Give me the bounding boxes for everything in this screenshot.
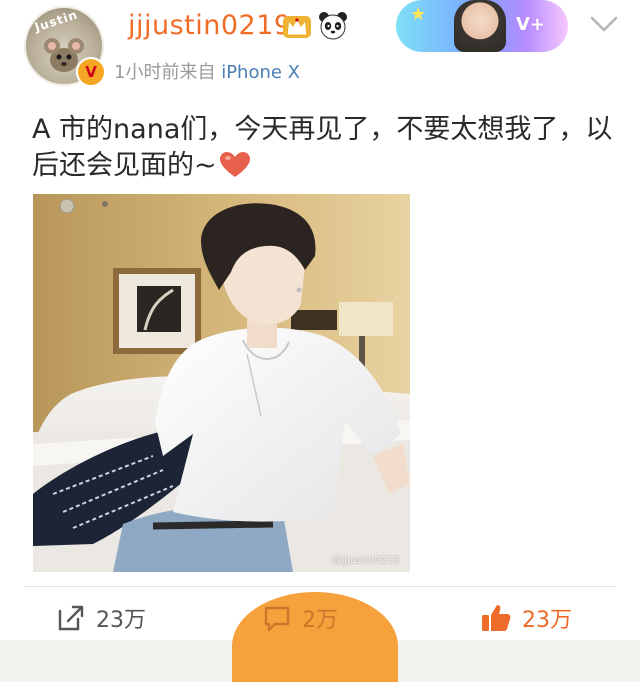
username[interactable]: jjjustin0219 xyxy=(128,10,292,41)
vip-banner[interactable]: ★ V+ xyxy=(396,0,568,52)
divider xyxy=(24,586,616,587)
comment-icon xyxy=(264,606,290,632)
post-meta: 1小时前来自 iPhone X xyxy=(114,58,300,84)
repost-button[interactable]: 23万 xyxy=(56,598,146,638)
post-photo[interactable]: @jjjustin0219 xyxy=(33,194,410,572)
chevron-down-icon[interactable] xyxy=(588,12,620,36)
like-count: 23万 xyxy=(522,608,572,633)
crown-icon[interactable] xyxy=(282,12,312,40)
source-prefix: 来自 xyxy=(179,62,216,83)
post-text: A 市的nana们，今天再见了，不要太想我了，以后还会见面的~ xyxy=(32,112,618,184)
thumbs-up-icon xyxy=(482,605,511,631)
like-button[interactable]: 23万 xyxy=(480,598,572,638)
photo-illustration xyxy=(33,194,410,572)
verified-badge-icon: V xyxy=(76,57,106,87)
photo-watermark: @jjjustin0219 xyxy=(331,555,400,566)
comment-button[interactable]: 2万 xyxy=(262,598,338,638)
repost-icon xyxy=(58,605,84,631)
post-text-body: A 市的nana们，今天再见了，不要太想我了，以后还会见面的~ xyxy=(32,114,613,181)
weibo-post-card: Justin V jjjustin0219 1小时前来自 iPhone X ★ … xyxy=(0,0,640,682)
repost-count: 23万 xyxy=(96,608,146,633)
vip-tag: V+ xyxy=(516,14,546,35)
star-icon: ★ xyxy=(410,4,427,25)
heart-icon xyxy=(219,152,250,177)
panda-icon[interactable] xyxy=(318,10,348,40)
post-time: 1小时前 xyxy=(114,62,180,83)
banner-portrait xyxy=(454,0,506,52)
device-link[interactable]: iPhone X xyxy=(221,62,300,83)
comment-count: 2万 xyxy=(302,608,338,633)
